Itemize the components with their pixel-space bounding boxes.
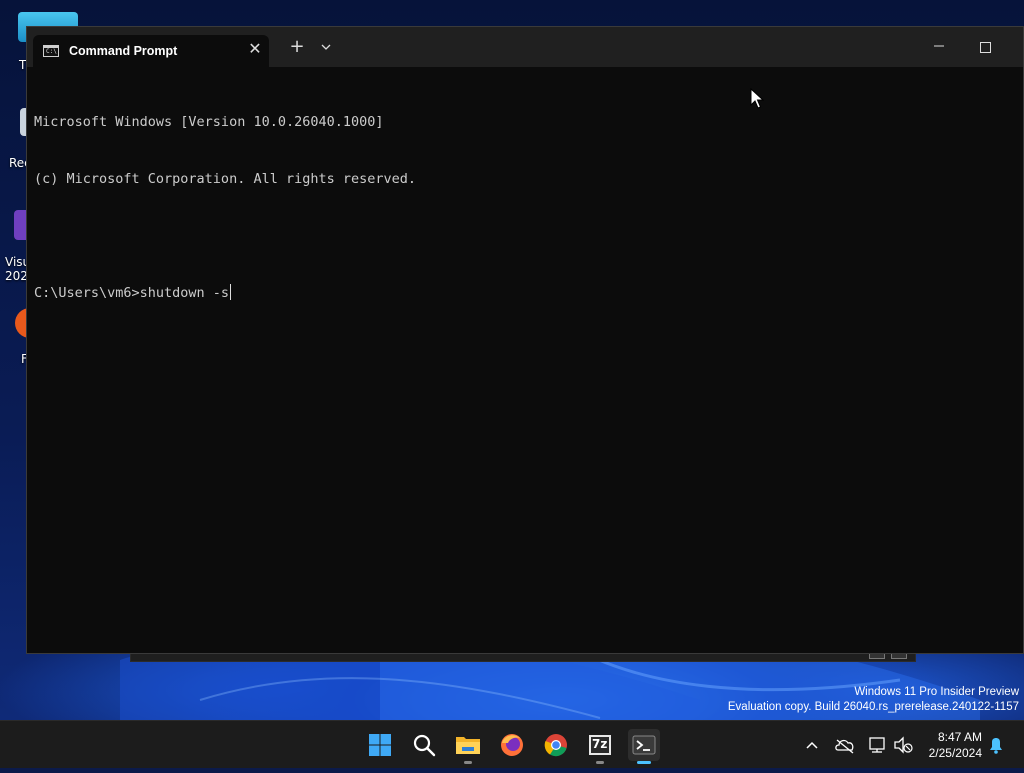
maximize-button[interactable] [962,35,1008,59]
taskbar: 7z 8:47 AM 2/25/2024 [0,720,1024,768]
start-button[interactable] [364,729,396,761]
tab-title: Command Prompt [69,44,178,58]
chrome-icon [544,734,567,757]
terminal-window[interactable]: C:\ Command Prompt ✕ + Microsoft Windows… [26,26,1024,654]
cloud-off-icon [835,739,854,754]
watermark-line-edition: Windows 11 Pro Insider Preview [854,686,1019,698]
onedrive-button[interactable] [832,721,858,769]
chevron-down-icon[interactable] [316,37,336,57]
notifications-button[interactable] [986,721,1006,769]
chevron-up-icon [806,741,818,749]
taskbar-7zip[interactable]: 7z [584,729,616,764]
search-button[interactable] [408,729,440,761]
network-button[interactable] [864,721,890,769]
taskbar-file-explorer[interactable] [452,729,484,764]
windows-logo-icon [369,734,391,756]
watermark-line-build: Evaluation copy. Build 26040.rs_prerelea… [727,701,1019,713]
volume-button[interactable] [890,721,916,769]
active-indicator [637,761,651,764]
terminal-icon [632,735,656,755]
folder-icon [456,737,480,754]
evaluation-watermark: Windows 11 Pro Insider Preview Evaluatio… [728,685,1019,715]
system-clock[interactable]: 8:47 AM 2/25/2024 [929,729,982,761]
minimize-button[interactable] [916,35,962,59]
console-prompt-line[interactable]: C:\Users\vm6>shutdown -s [34,284,1013,303]
terminal-titlebar[interactable]: C:\ Command Prompt ✕ + [27,27,1023,67]
taskbar-firefox[interactable] [496,729,528,761]
show-hidden-icons-button[interactable] [800,721,824,769]
console-output[interactable]: Microsoft Windows [Version 10.0.26040.10… [34,75,1013,341]
running-indicator [464,761,472,764]
console-line-version: Microsoft Windows [Version 10.0.26040.10… [34,114,384,130]
clock-date: 2/25/2024 [928,746,982,760]
7zip-label: 7z [592,737,608,751]
mouse-pointer-icon [750,88,764,109]
clock-time: 8:47 AM [937,730,982,744]
running-indicator [596,761,604,764]
search-icon [413,734,436,757]
firefox-icon [501,734,523,756]
console-line-copyright: (c) Microsoft Corporation. All rights re… [34,171,417,187]
tab-command-prompt[interactable]: C:\ Command Prompt ✕ [33,35,269,67]
volume-muted-icon [894,736,913,754]
command-prompt-icon: C:\ [43,45,59,57]
maximize-icon [979,41,991,53]
bell-icon [990,738,1002,754]
new-tab-button[interactable]: + [287,37,307,57]
close-tab-icon[interactable]: ✕ [245,39,265,59]
taskbar-chrome[interactable] [540,729,572,761]
network-icon [869,737,885,753]
minimize-icon [934,45,944,47]
text-cursor [230,284,232,300]
taskbar-terminal[interactable] [628,729,660,764]
console-command: C:\Users\vm6>shutdown -s [34,285,230,301]
